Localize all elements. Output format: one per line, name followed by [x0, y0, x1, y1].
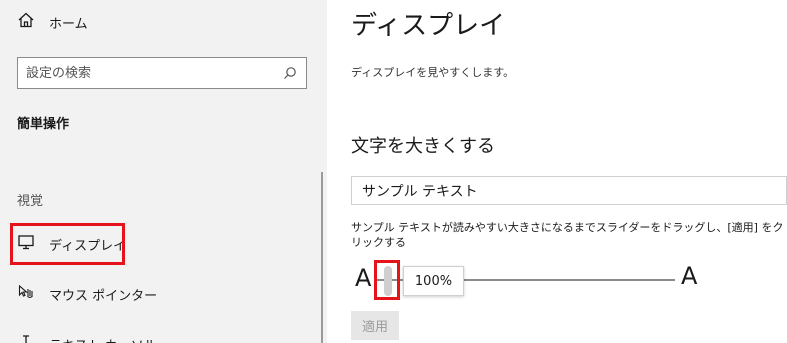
sidebar-item-mouse-pointer[interactable]: マウス ポインター — [17, 280, 157, 308]
search-input[interactable] — [18, 57, 274, 89]
sample-text: サンプル テキスト — [362, 183, 478, 200]
highlight-box — [374, 260, 400, 300]
main-content: ディスプレイ ディスプレイを見やすくします。 文字を大きくする サンプル テキス… — [327, 0, 787, 343]
home-label: ホーム — [49, 16, 88, 32]
instructions-text: サンプル テキストが読みやすい大きさになるまでスライダーをドラッグし、[適用] … — [351, 221, 784, 249]
sidebar-item-text-cursor[interactable]: テキスト カーソル — [17, 330, 157, 343]
search-box[interactable] — [17, 57, 307, 89]
slider-min-label: A — [355, 264, 372, 292]
sidebar-scrollbar[interactable] — [321, 172, 323, 343]
page-title: ディスプレイ — [351, 11, 506, 41]
sidebar-item-label: テキスト カーソル — [49, 335, 157, 343]
group-label-vision: 視覚 — [17, 194, 44, 209]
mouse-pointer-icon — [17, 283, 35, 305]
page-description: ディスプレイを見やすくします。 — [351, 66, 515, 79]
sidebar-item-label: マウス ポインター — [49, 288, 158, 304]
text-cursor-icon — [17, 333, 35, 343]
section-title: 文字を大きくする — [351, 136, 495, 157]
search-icon[interactable] — [274, 57, 306, 89]
slider-max-label: A — [681, 262, 698, 290]
sidebar-item-home[interactable]: ホーム — [17, 10, 88, 34]
highlight-box — [10, 223, 125, 265]
slider-value-tooltip: 100% — [403, 266, 464, 296]
sidebar: ホーム 簡単操作 視覚 ディスプレイ マウス ポインター テキスト カーソル — [0, 0, 327, 343]
sample-text-box: サンプル テキスト — [351, 176, 787, 205]
home-icon — [17, 11, 35, 33]
section-heading: 簡単操作 — [17, 117, 70, 132]
apply-button[interactable]: 適用 — [351, 311, 399, 340]
